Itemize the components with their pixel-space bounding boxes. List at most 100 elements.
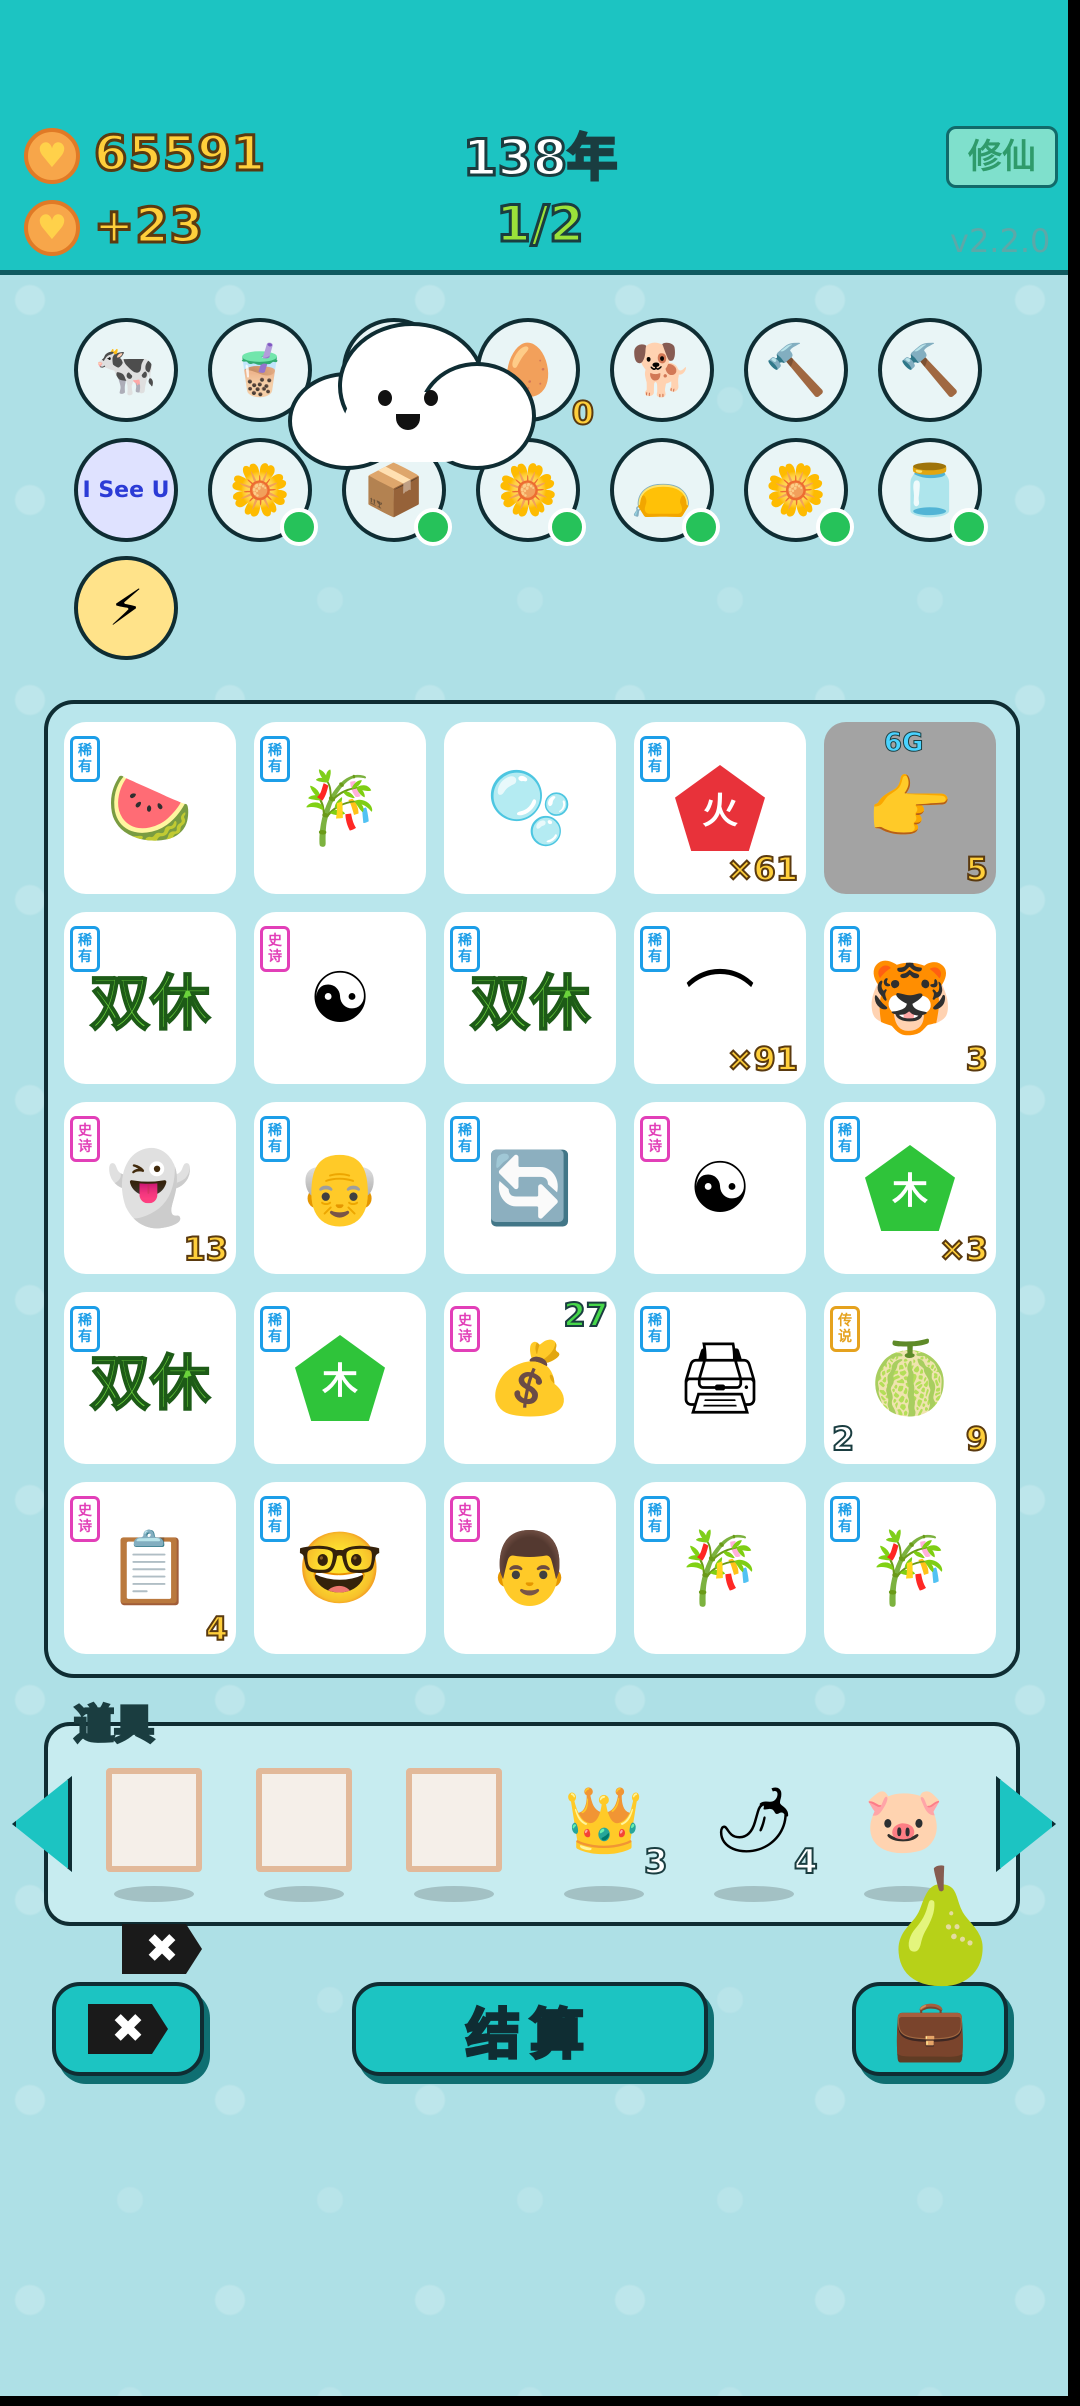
active-dot-icon: [682, 508, 720, 546]
tool-shadow: [114, 1886, 194, 1902]
board-cell[interactable]: 稀有 🎋: [824, 1482, 996, 1654]
owned-item-badge[interactable]: 🫙: [878, 438, 988, 546]
cell-count: 5: [965, 849, 989, 889]
cell-symbol: 🔄: [486, 1146, 574, 1229]
board-cell[interactable]: 稀有 双休: [64, 1292, 236, 1464]
recycle-pot-icon: 🔄: [444, 1124, 616, 1252]
board-cell[interactable]: 稀有 👴: [254, 1102, 426, 1274]
owned-item-badge[interactable]: 🔨: [878, 318, 982, 422]
double-rest-icon: 双休: [64, 934, 236, 1062]
watermelon-slice-icon: 🍉: [64, 744, 236, 872]
owned-item-badge[interactable]: I See U: [74, 438, 178, 542]
cell-symbol: ⌒: [685, 962, 755, 1045]
cell-symbol: 🎋: [296, 766, 384, 849]
board-cell[interactable]: 👉 5 6G: [824, 722, 996, 894]
year-counter: 138年: [461, 128, 618, 189]
lightning-icon: ⚡: [108, 579, 144, 637]
badge-count: 0: [571, 393, 595, 433]
board-cell[interactable]: 史诗 👻 13: [64, 1102, 236, 1274]
gold-amount: 65591: [93, 125, 267, 184]
board-cell[interactable]: 史诗 ☯: [634, 1102, 806, 1274]
board-cell[interactable]: 🫧: [444, 722, 616, 894]
board-cell[interactable]: 稀有 🍉: [64, 722, 236, 894]
owned-item-badge[interactable]: 🐕: [610, 318, 714, 422]
cell-count: 6G: [883, 728, 924, 759]
board-cell[interactable]: 稀有 🔄: [444, 1102, 616, 1274]
board-cell[interactable]: 稀有 双休: [64, 912, 236, 1084]
board-cell[interactable]: 史诗 ☯: [254, 912, 426, 1084]
settle-button[interactable]: 结算: [352, 1982, 708, 2076]
cell-count: 27: [562, 1295, 609, 1335]
cell-count: ×61: [726, 849, 799, 889]
wood-element-icon-2: 木: [254, 1314, 426, 1442]
owned-item-badge[interactable]: 🐄: [74, 318, 178, 422]
cell-symbol: 👻: [106, 1146, 194, 1229]
piggy-bank-icon[interactable]: 🐷: [854, 1770, 954, 1870]
board-cell[interactable]: 稀有 双休: [444, 912, 616, 1084]
cell-count: 13: [182, 1229, 229, 1269]
board-cell[interactable]: 稀有 ⌒ ×91: [634, 912, 806, 1084]
empty-frame-icon[interactable]: [106, 1768, 202, 1872]
active-dot-icon: [548, 508, 586, 546]
inventory-button[interactable]: 💼: [852, 1982, 1008, 2076]
board-cell[interactable]: 稀有 🤓: [254, 1482, 426, 1654]
owned-item-badge[interactable]: 👝: [610, 438, 720, 546]
board-cell[interactable]: 稀有 🖨: [634, 1292, 806, 1464]
board-cell[interactable]: 传说 🍈 9 2: [824, 1292, 996, 1464]
i-see-u-icon: I See U: [82, 477, 170, 503]
active-dot-icon: [414, 508, 452, 546]
cell-symbol: 💰: [486, 1336, 574, 1419]
active-dot-icon: [950, 508, 988, 546]
settle-label: 结算: [465, 2001, 594, 2067]
briefcase-icon: 💼: [892, 1994, 968, 2065]
cell-symbol: 🎋: [676, 1526, 764, 1609]
cell-symbol: 👉: [866, 766, 954, 849]
bagua-icon: ☯: [254, 934, 426, 1062]
board-cell[interactable]: 稀有 🎋: [634, 1482, 806, 1654]
hammer-icon-2: 🔨: [898, 340, 962, 399]
tool-shadow: [714, 1886, 794, 1902]
crown-icon[interactable]: 👑: [554, 1770, 654, 1870]
cell-symbol: 🫧: [486, 766, 574, 849]
cell-symbol: 🤓: [296, 1526, 384, 1609]
empty-frame-icon-2[interactable]: [256, 1768, 352, 1872]
tool-shadow: [264, 1886, 344, 1902]
cell-symbol: 👨: [486, 1526, 574, 1609]
glasses-man-icon: 👨: [444, 1504, 616, 1632]
owned-item-badge[interactable]: ⚡: [74, 556, 178, 660]
board-cell[interactable]: 稀有 🐯 3: [824, 912, 996, 1084]
tools-label: 道具: [73, 1701, 156, 1750]
cell-symbol: 🎋: [866, 1526, 954, 1609]
edge-bar: [1068, 0, 1080, 2406]
income-amount: +23: [92, 197, 205, 256]
board-cell[interactable]: 史诗 📋 4: [64, 1482, 236, 1654]
board-cell[interactable]: 稀有木 ×3: [824, 1102, 996, 1274]
owned-item-badge[interactable]: 🔨: [744, 318, 848, 422]
board-cell[interactable]: 稀有火 ×61: [634, 722, 806, 894]
chili-icon[interactable]: 🌶: [704, 1770, 804, 1870]
cell-symbol: 🍈: [866, 1336, 954, 1419]
hammer-icon: 🔨: [764, 340, 828, 399]
element-symbol: 火: [675, 765, 765, 851]
cell-symbol: 🐯: [866, 956, 954, 1039]
cell-symbol: 🍉: [106, 766, 194, 849]
tool-shadow: [414, 1886, 494, 1902]
board-cell[interactable]: 稀有 🎋: [254, 722, 426, 894]
cell-symbol: 🖨: [675, 1336, 765, 1419]
cow-couple-icon: 🐄: [94, 340, 158, 399]
tool-count: 3: [643, 1841, 669, 1883]
owned-item-badge[interactable]: 🌼: [744, 438, 854, 546]
cell-symbol: ☯: [688, 1147, 752, 1229]
cultivate-button[interactable]: 修仙: [946, 126, 1058, 188]
bald-man-icon: 👴: [254, 1124, 426, 1252]
board-cell[interactable]: 史诗 💰 27: [444, 1292, 616, 1464]
pear-icon[interactable]: 🍐: [872, 1866, 1009, 1986]
board-cell[interactable]: 史诗 👨: [444, 1482, 616, 1654]
bamboo-icon-2: 🎋: [634, 1504, 806, 1632]
discard-button[interactable]: ✖: [52, 1982, 204, 2076]
active-dot-icon: [816, 508, 854, 546]
cell-count: 2: [831, 1419, 855, 1459]
board-cell[interactable]: 稀有木: [254, 1292, 426, 1464]
empty-frame-icon-3[interactable]: [406, 1768, 502, 1872]
cloud-mascot-icon[interactable]: [288, 322, 536, 472]
